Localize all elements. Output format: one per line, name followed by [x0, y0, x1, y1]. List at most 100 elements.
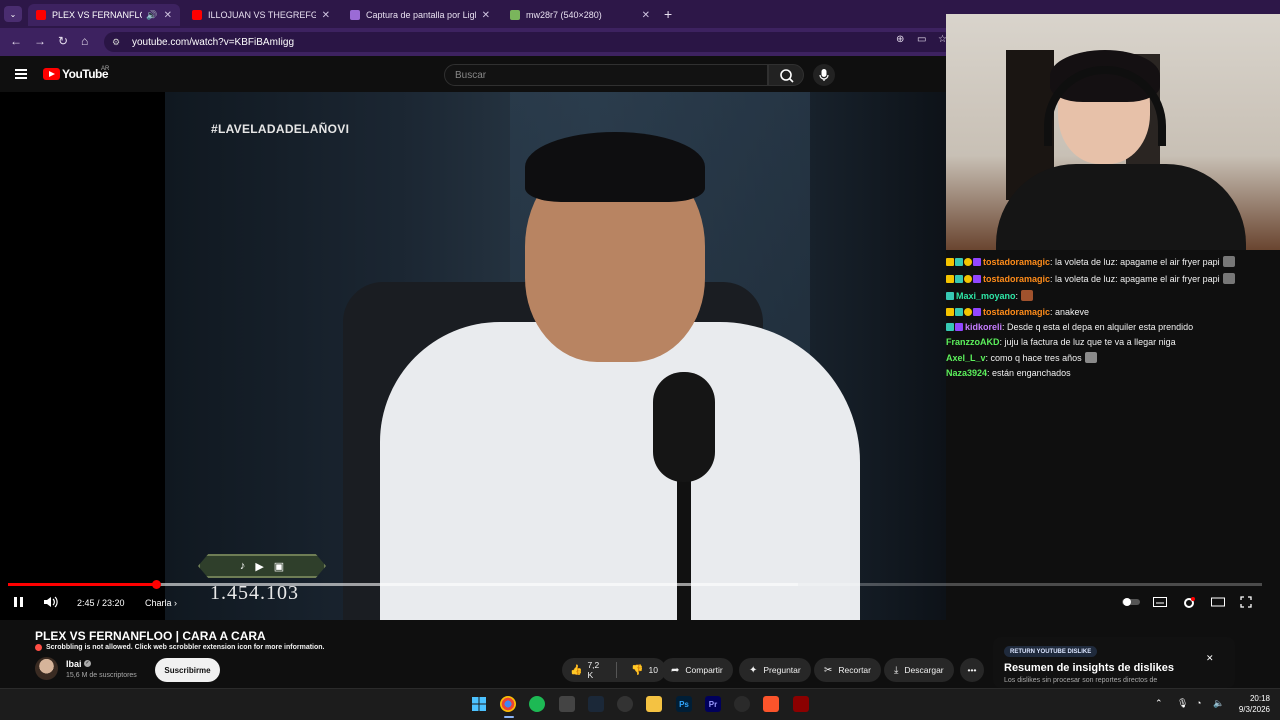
chat-username: Maxi_moyano: [956, 290, 1016, 301]
tray-wifi-icon[interactable]: ◔: [1196, 698, 1201, 708]
site-info-icon[interactable]: ⚙: [112, 37, 124, 48]
browser-tab-2[interactable]: ILLOJUAN VS THEGREFG | CAR ✕: [184, 4, 338, 26]
search-button[interactable]: [768, 64, 804, 86]
tray-microphone-icon[interactable]: 🎙: [1177, 698, 1188, 709]
ccleaner-icon[interactable]: [734, 696, 750, 712]
more-dots-icon: •••: [967, 665, 977, 675]
progress-bar[interactable]: [8, 580, 1262, 589]
person-hair-shape: [525, 132, 705, 202]
subtitles-button[interactable]: [1153, 596, 1167, 611]
reload-icon[interactable]: ↻: [58, 34, 68, 48]
settings-button[interactable]: [1182, 596, 1196, 613]
chapter-button[interactable]: Charla ›: [145, 598, 177, 608]
back-arrow-icon[interactable]: ←: [10, 34, 22, 48]
app-icon[interactable]: [793, 696, 809, 712]
chat-emote-icon: [1222, 273, 1235, 284]
close-tab-icon[interactable]: ✕: [164, 10, 172, 21]
home-icon[interactable]: ⌂: [81, 34, 88, 48]
chat-username: tostadoramagic: [983, 273, 1051, 284]
close-tab-icon[interactable]: ✕: [642, 10, 650, 21]
chat-badges: [946, 291, 954, 300]
brave-icon[interactable]: [763, 696, 779, 712]
ask-button[interactable]: ✦ Preguntar: [739, 658, 811, 682]
video-player[interactable]: #LAVELADADELAÑOVI ♪ ▶ ▣ 1.454.103: [0, 92, 946, 620]
premiere-icon[interactable]: Pr: [705, 696, 721, 712]
region-code: AR: [101, 66, 110, 72]
browser-tab-1[interactable]: PLEX VS FERNANFLOO | CA 🔊 ✕: [28, 4, 180, 26]
close-icon[interactable]: ✕: [1206, 653, 1214, 664]
search-input[interactable]: Buscar: [444, 64, 768, 86]
chat-text: : como q hace tres años: [985, 352, 1082, 363]
folder-icon[interactable]: [646, 696, 662, 712]
pause-button[interactable]: [13, 596, 25, 611]
dislike-button[interactable]: 👎 10: [623, 658, 666, 682]
thumbs-up-icon: 👍: [570, 664, 583, 676]
close-tab-icon[interactable]: ✕: [322, 10, 330, 21]
webcam-overlay: [946, 14, 1280, 250]
chrome-icon[interactable]: [500, 696, 516, 712]
new-tab-button[interactable]: +: [664, 6, 672, 22]
zoom-icon[interactable]: ⊕: [896, 34, 904, 45]
ask-label: Preguntar: [763, 665, 801, 675]
tab-search-button[interactable]: ⌄: [4, 6, 22, 22]
forward-arrow-icon[interactable]: →: [34, 34, 46, 48]
steam-icon[interactable]: [588, 696, 604, 712]
fullscreen-button[interactable]: [1240, 596, 1252, 611]
subscriber-count: 15,6 M de suscriptores: [66, 672, 137, 679]
youtube-play-logo-icon: [43, 68, 60, 80]
theater-mode-button[interactable]: [1211, 596, 1225, 611]
obs-icon[interactable]: [617, 696, 633, 712]
time-display: 2:45 / 23:20: [77, 598, 125, 608]
chevron-right-icon: ›: [174, 598, 178, 608]
chat-emote-icon: [1021, 290, 1034, 301]
thumbs-down-icon: 👎: [631, 664, 644, 676]
chat-emote-icon: [1084, 352, 1097, 363]
like-button[interactable]: 👍 7,2 K: [562, 658, 610, 682]
tray-volume-icon[interactable]: 🔈: [1213, 698, 1224, 709]
more-actions-button[interactable]: •••: [960, 658, 984, 682]
channel-avatar[interactable]: [35, 657, 58, 680]
photoshop-icon[interactable]: Ps: [676, 696, 692, 712]
volume-button[interactable]: [43, 596, 59, 611]
clip-label: Recortar: [838, 665, 871, 675]
chat-text: :: [1015, 290, 1019, 301]
video-title: PLEX VS FERNANFLOO | CARA A CARA: [35, 629, 266, 643]
download-button[interactable]: ⤓ Descargar: [884, 658, 954, 682]
tray-chevron-up-icon[interactable]: ⌃: [1155, 698, 1163, 709]
close-tab-icon[interactable]: ✕: [482, 10, 490, 21]
spotify-icon[interactable]: [529, 696, 545, 712]
chat-message: tostadoramagic: la voleta de luz: apagam…: [946, 273, 1235, 284]
cast-icon[interactable]: ▭: [917, 34, 926, 45]
scrubber-handle[interactable]: [151, 580, 161, 589]
channel-name[interactable]: Ibai: [66, 659, 82, 669]
clock-date: 9/3/2026: [1238, 705, 1270, 714]
autoplay-icon: [1122, 598, 1140, 606]
scrobbler-icon: [35, 644, 42, 651]
microphone-icon: [819, 69, 829, 81]
taskbar-clock[interactable]: 20:18 9/3/2026: [1232, 693, 1270, 715]
youtube-logo[interactable]: YouTube: [43, 67, 109, 81]
fullscreen-icon: [1240, 596, 1252, 608]
menu-icon[interactable]: [15, 69, 27, 79]
voice-search-button[interactable]: [813, 64, 835, 86]
tab-title: Captura de pantalla por Lightsh: [366, 10, 476, 20]
browser-tab-3[interactable]: Captura de pantalla por Lightsh ✕: [342, 4, 498, 26]
audio-playing-icon[interactable]: 🔊: [146, 10, 157, 21]
chat-badges: [946, 257, 981, 266]
video-frame: [165, 92, 946, 620]
theater-icon: [1211, 597, 1225, 607]
mic-stand-shape: [677, 472, 691, 620]
chat-badges: [946, 323, 963, 331]
clip-button[interactable]: ✂ Recortar: [814, 658, 881, 682]
windows-start-icon[interactable]: [471, 696, 487, 712]
autoplay-toggle[interactable]: [1122, 596, 1140, 611]
return-dislike-title: Resumen de insights de dislikes: [1004, 662, 1174, 674]
app-icon[interactable]: [559, 696, 575, 712]
share-button[interactable]: ➦ Compartir: [661, 658, 733, 682]
youtube-icon: ▶: [255, 560, 264, 573]
subscribe-button[interactable]: Suscribirme: [155, 658, 220, 682]
browser-tab-4[interactable]: mw28r7 (540×280) ✕: [502, 4, 658, 26]
like-count: 7,2 K: [587, 660, 600, 680]
share-label: Compartir: [685, 665, 723, 675]
address-bar[interactable]: ⚙ youtube.com/watch?v=KBFiBAmIigg: [104, 32, 954, 52]
